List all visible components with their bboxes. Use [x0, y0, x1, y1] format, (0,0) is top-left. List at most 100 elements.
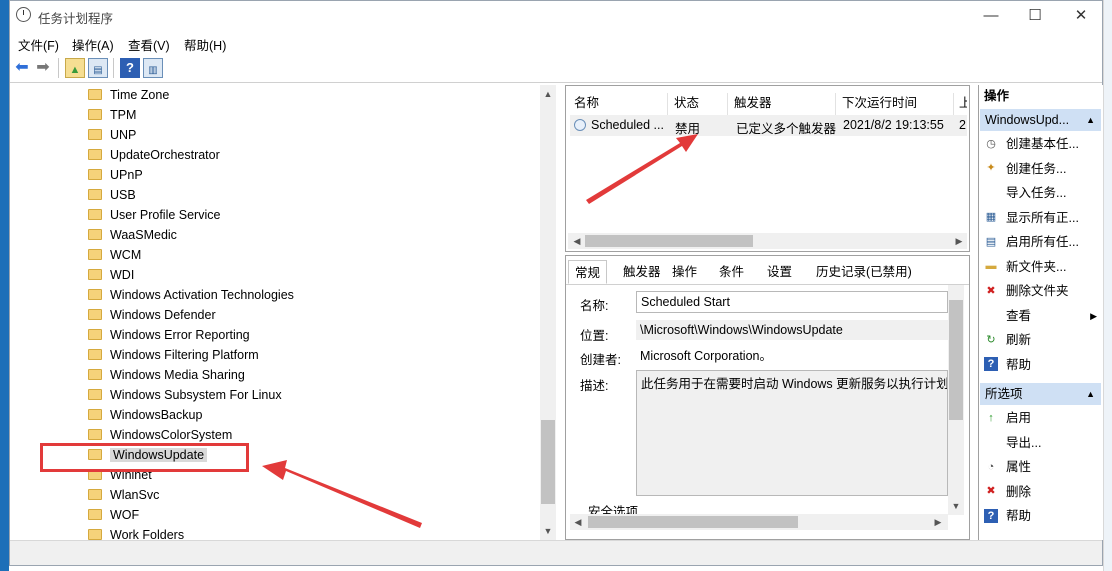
action-item[interactable]: ▤ 启用所有任... — [984, 231, 1099, 253]
action-item-label: 创建基本任... — [1006, 137, 1079, 151]
action-item[interactable]: ✦ 创建任务... — [984, 158, 1099, 180]
tree-item-label: Windows Filtering Platform — [110, 348, 259, 362]
action-item[interactable]: ✖ 删除文件夹 — [984, 280, 1099, 302]
tree-item-label: UNP — [110, 128, 137, 142]
tree-item[interactable]: Time Zone — [88, 85, 169, 105]
close-button[interactable]: ✕ — [1058, 2, 1104, 30]
up-folder-icon: ▲ — [69, 64, 81, 76]
location-label: 位置: — [580, 329, 609, 343]
tree-item[interactable]: WaaSMedic — [88, 225, 177, 245]
delete-icon: ✖ — [986, 284, 996, 297]
tree-item[interactable]: Windows Media Sharing — [88, 365, 245, 385]
back-button[interactable]: ⬅ — [12, 58, 32, 78]
description-field[interactable]: 此任务用于在需要时启动 Windows 更新服务以执行计划的 — [636, 370, 948, 496]
folder-icon — [88, 309, 102, 321]
tree-item-label: WDI — [110, 268, 135, 282]
action-item[interactable]: 导出... — [984, 432, 1099, 454]
tree-item[interactable]: USB — [88, 185, 136, 205]
scroll-left-arrow-icon[interactable]: ◀ — [570, 514, 586, 530]
tree-item[interactable]: Windows Error Reporting — [88, 325, 250, 345]
action-item[interactable]: 查看 ▶ — [984, 305, 1099, 327]
tree-item[interactable]: WindowsColorSystem — [88, 425, 232, 445]
task-list-hscroll-thumb[interactable] — [585, 235, 753, 247]
scroll-right-arrow-icon[interactable]: ▶ — [930, 514, 946, 530]
actions-section-selected[interactable]: 所选项 ▲ — [980, 383, 1101, 405]
tree-item-label: Windows Media Sharing — [110, 368, 245, 382]
tree-item-label: WOF — [110, 508, 140, 522]
scroll-down-arrow-icon[interactable]: ▼ — [948, 498, 964, 514]
toolbar — [10, 55, 1102, 83]
action-item[interactable]: ? 帮助 — [984, 505, 1099, 527]
column-header-trigger[interactable]: 触发器 — [730, 93, 836, 115]
tree-item[interactable]: UpdateOrchestrator — [88, 145, 220, 165]
help-icon: ? — [126, 60, 134, 75]
location-value: \Microsoft\Windows\WindowsUpdate — [636, 320, 948, 340]
column-header-name[interactable]: 名称 — [570, 93, 668, 115]
menu-help[interactable]: 帮助(H) — [184, 35, 226, 54]
up-folder-button[interactable]: ▲ — [65, 58, 85, 78]
scroll-up-arrow-icon[interactable]: ▲ — [540, 86, 556, 102]
action-item[interactable]: ▦ 显示所有正... — [984, 207, 1099, 229]
maximize-button[interactable]: ☐ — [1012, 2, 1058, 30]
tree-item[interactable]: Windows Activation Technologies — [88, 285, 294, 305]
actions-section-folder-label: WindowsUpd... — [985, 113, 1070, 127]
column-header-last-run[interactable]: 上 — [955, 93, 967, 115]
tree-scrollbar-thumb[interactable] — [541, 420, 555, 504]
action-item-label: 属性 — [1006, 460, 1032, 474]
tab-conditions[interactable]: 条件 — [713, 260, 750, 284]
menu-action[interactable]: 操作(A) — [72, 35, 114, 54]
tree-item[interactable]: Windows Filtering Platform — [88, 345, 259, 365]
tree-item[interactable]: WDI — [88, 265, 134, 285]
scroll-right-arrow-icon[interactable]: ▶ — [951, 233, 967, 249]
tree-item[interactable]: User Profile Service — [88, 205, 220, 225]
action-item[interactable]: 导入任务... — [984, 182, 1099, 204]
tree-item[interactable]: WOF — [88, 505, 139, 525]
menu-view[interactable]: 查看(V) — [128, 35, 170, 54]
details-vscroll-thumb[interactable] — [949, 300, 963, 420]
tab-settings[interactable]: 设置 — [761, 260, 798, 284]
action-item[interactable]: ↻ 刷新 — [984, 329, 1099, 351]
action-item[interactable]: ↑ 启用 — [984, 407, 1099, 429]
action-item[interactable]: ◷ 创建基本任... — [984, 133, 1099, 155]
tab-general[interactable]: 常规 — [568, 260, 608, 284]
tree-item[interactable]: UPnP — [88, 165, 143, 185]
folder-icon — [88, 389, 102, 401]
tab-history[interactable]: 历史记录(已禁用) — [810, 260, 918, 284]
scroll-left-arrow-icon[interactable]: ◀ — [569, 233, 585, 249]
column-header-status[interactable]: 状态 — [670, 93, 728, 115]
action-item[interactable]: ? 帮助 — [984, 354, 1099, 376]
desktop-background-right — [1103, 0, 1112, 571]
tree-item[interactable]: TPM — [88, 105, 136, 125]
folder-icon — [88, 289, 102, 301]
action-item[interactable]: ◔ 属性 — [984, 456, 1099, 478]
column-header-next-run[interactable]: 下次运行时间 — [838, 93, 954, 115]
action-item-label: 新文件夹... — [1006, 259, 1067, 274]
tree-item[interactable]: Windows Subsystem For Linux — [88, 385, 282, 405]
action-item-label: 创建任务... — [1006, 161, 1067, 176]
minimize-button[interactable]: — — [968, 2, 1014, 30]
clock-icon: ◷ — [986, 137, 996, 150]
menu-file[interactable]: 文件(F) — [18, 35, 59, 54]
scroll-down-arrow-icon[interactable]: ▼ — [540, 523, 556, 539]
action-item[interactable]: ▬ 新文件夹... — [984, 256, 1099, 278]
tree-item[interactable]: Windows Defender — [88, 305, 216, 325]
show-hide-tree-button[interactable]: ▤ — [88, 58, 108, 78]
task-scheduler-icon — [16, 7, 31, 22]
tree-item[interactable]: WindowsBackup — [88, 405, 202, 425]
tree-item[interactable]: WlanSvc — [88, 485, 159, 505]
details-hscroll-thumb[interactable] — [588, 516, 798, 528]
show-actions-button[interactable]: ▥ — [143, 58, 163, 78]
action-item-label: 帮助 — [1006, 357, 1032, 372]
name-field[interactable]: Scheduled Start — [636, 291, 948, 313]
collapse-icon: ▲ — [1086, 115, 1095, 125]
help-button[interactable]: ? — [120, 58, 140, 78]
tree-item[interactable]: Work Folders — [88, 525, 184, 540]
tab-triggers[interactable]: 触发器 — [617, 260, 667, 284]
tree-item[interactable]: WCM — [88, 245, 141, 265]
folder-icon — [88, 329, 102, 341]
actions-section-folder[interactable]: WindowsUpd... ▲ — [980, 109, 1101, 131]
forward-button[interactable]: ➡ — [33, 58, 53, 78]
tree-item[interactable]: UNP — [88, 125, 136, 145]
tab-actions[interactable]: 操作 — [666, 260, 703, 284]
action-item[interactable]: ✖ 删除 — [984, 481, 1099, 503]
